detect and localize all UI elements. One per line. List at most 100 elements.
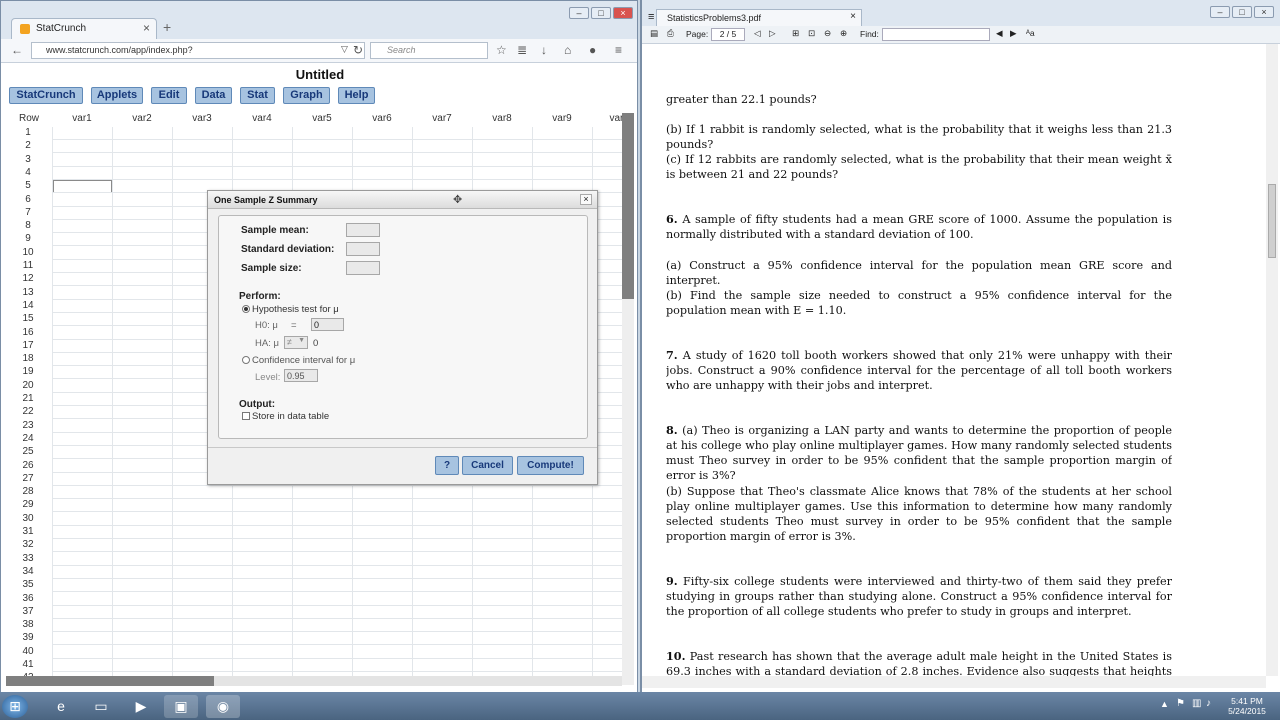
volume-icon[interactable]: ♪ (1206, 698, 1211, 709)
internet-explorer-icon[interactable]: e (44, 695, 78, 718)
pdf-reader-taskbar-icon[interactable]: ▣ (164, 695, 198, 718)
h0-value-input[interactable]: 0 (311, 318, 344, 331)
column-header[interactable]: var4 (232, 113, 292, 127)
grid-row-line (52, 511, 624, 513)
find-next-icon[interactable]: ▶ (1010, 28, 1017, 39)
minimize-icon[interactable]: – (569, 7, 589, 19)
row-number: 27 (22, 472, 34, 484)
file-explorer-icon[interactable]: ▭ (84, 695, 118, 718)
row-number: 20 (22, 379, 34, 391)
reload-icon[interactable]: ↻ (353, 43, 363, 57)
column-header[interactable]: var8 (472, 113, 532, 127)
search-input[interactable]: Search (370, 42, 488, 59)
chat-icon[interactable]: ● (589, 43, 596, 57)
new-tab-icon[interactable]: + (163, 19, 171, 35)
bookmarks-list-icon[interactable]: ≣ (517, 43, 527, 57)
confidence-interval-radio[interactable]: Confidence interval for μ (242, 355, 355, 366)
std-dev-label: Standard deviation: (241, 244, 335, 255)
pdf-page-content: greater than 22.1 pounds? (b) If 1 rabbi… (666, 44, 1172, 684)
open-file-icon[interactable]: ▤ (650, 28, 658, 39)
pdf-close-window-icon[interactable]: × (1254, 6, 1274, 18)
pdf-horizontal-scrollbar[interactable] (642, 676, 1266, 688)
close-window-icon[interactable]: × (613, 7, 633, 19)
grid-row-line (52, 564, 624, 566)
pdf-vertical-scroll-thumb[interactable] (1268, 184, 1276, 258)
taskbar: ⊞ e ▭ ▶ ▣ ◉ ▲ ⚑ ▥ ♪ 5:41 PM 5/24/2015 (0, 692, 1280, 720)
grid-vertical-scroll-thumb[interactable] (622, 113, 634, 299)
menu-data[interactable]: Data (195, 87, 232, 104)
start-button-icon[interactable]: ⊞ (2, 695, 28, 718)
column-header[interactable]: var2 (112, 113, 172, 127)
menu-applets[interactable]: Applets (91, 87, 143, 104)
row-number: 30 (22, 512, 34, 524)
find-input[interactable] (882, 28, 990, 41)
menu-edit[interactable]: Edit (151, 87, 187, 104)
ci-label: Confidence interval for μ (252, 355, 356, 366)
menu-stat[interactable]: Stat (240, 87, 275, 104)
flag-icon[interactable]: ⚑ (1176, 698, 1185, 709)
bookmark-star-icon[interactable]: ☆ (496, 43, 507, 57)
sample-mean-input[interactable] (346, 223, 380, 237)
menu-help[interactable]: Help (338, 87, 375, 104)
dropdown-icon[interactable]: ▽ (341, 44, 348, 55)
column-header[interactable]: var3 (172, 113, 232, 127)
question-7: 7. A study of 1620 toll booth workers sh… (666, 348, 1172, 393)
pdf-menu-icon[interactable]: ≡ (648, 11, 654, 23)
media-player-icon[interactable]: ▶ (124, 695, 158, 718)
grid-horizontal-scroll-thumb[interactable] (6, 676, 214, 686)
maximize-icon[interactable]: □ (591, 7, 611, 19)
help-button[interactable]: ? (435, 456, 459, 475)
column-header[interactable]: var6 (352, 113, 412, 127)
tray-expand-icon[interactable]: ▲ (1160, 699, 1169, 709)
close-pdf-tab-icon[interactable]: × (850, 11, 856, 22)
level-input[interactable]: 0.95 (284, 369, 318, 382)
compute-button[interactable]: Compute! (517, 456, 584, 475)
column-header[interactable]: var5 (292, 113, 352, 127)
page-number-input[interactable]: 2 / 5 (711, 28, 745, 41)
download-icon[interactable]: ↓ (541, 43, 547, 57)
grid-column-line (52, 127, 53, 685)
ha-label: HA: μ (255, 338, 279, 349)
previous-page-icon[interactable]: ◁ (754, 28, 761, 39)
browser-tab-statcrunch[interactable]: StatCrunch × (11, 18, 157, 39)
question-text: A sample of fifty students had a mean GR… (666, 213, 1172, 241)
back-icon[interactable]: ← (11, 43, 23, 57)
match-case-icon[interactable]: ᴬa (1026, 28, 1035, 38)
sample-size-input[interactable] (346, 261, 380, 275)
print-icon[interactable]: ⎙ (667, 28, 674, 39)
menu-statcrunch[interactable]: StatCrunch (9, 87, 83, 104)
question-9: 9. Fifty-six college students were inter… (666, 574, 1172, 619)
pdf-tab[interactable]: StatisticsProblems3.pdf × (656, 9, 862, 26)
selected-cell[interactable] (53, 180, 112, 193)
find-previous-icon[interactable]: ◀ (996, 28, 1003, 39)
store-in-table-checkbox[interactable]: Store in data table (242, 411, 329, 422)
home-icon[interactable]: ⌂ (564, 43, 571, 57)
network-icon[interactable]: ▥ (1192, 698, 1201, 709)
menu-graph[interactable]: Graph (283, 87, 330, 104)
grid-row-line (52, 498, 624, 500)
pdf-vertical-scrollbar[interactable] (1266, 44, 1278, 676)
fit-page-icon[interactable]: ⊞ (792, 28, 799, 39)
firefox-taskbar-icon[interactable]: ◉ (206, 695, 240, 718)
column-header[interactable]: var7 (412, 113, 472, 127)
pdf-text-line: (b) If 1 rabbit is randomly selected, wh… (666, 123, 1172, 151)
clock[interactable]: 5:41 PM 5/24/2015 (1218, 696, 1276, 716)
close-tab-icon[interactable]: × (143, 21, 150, 35)
hypothesis-test-radio[interactable]: Hypothesis test for μ (242, 304, 339, 315)
zoom-in-icon[interactable]: ⊕ (840, 28, 847, 39)
url-bar[interactable]: www.statcrunch.com/app/index.php? (31, 42, 365, 59)
column-header[interactable]: var1 (52, 113, 112, 127)
pdf-maximize-icon[interactable]: □ (1232, 6, 1252, 18)
std-dev-input[interactable] (346, 242, 380, 256)
dialog-close-icon[interactable]: × (580, 194, 592, 205)
column-header[interactable]: var9 (532, 113, 592, 127)
ha-operator-select[interactable]: ≠ ▼ (284, 336, 308, 349)
fit-width-icon[interactable]: ⊡ (808, 28, 815, 39)
dialog-title-bar[interactable]: One Sample Z Summary ✥ × (208, 191, 597, 209)
grid-row-line (52, 631, 624, 633)
next-page-icon[interactable]: ▷ (769, 28, 776, 39)
zoom-out-icon[interactable]: ⊖ (824, 28, 831, 39)
cancel-button[interactable]: Cancel (462, 456, 513, 475)
menu-icon[interactable]: ≡ (615, 43, 622, 57)
pdf-minimize-icon[interactable]: – (1210, 6, 1230, 18)
